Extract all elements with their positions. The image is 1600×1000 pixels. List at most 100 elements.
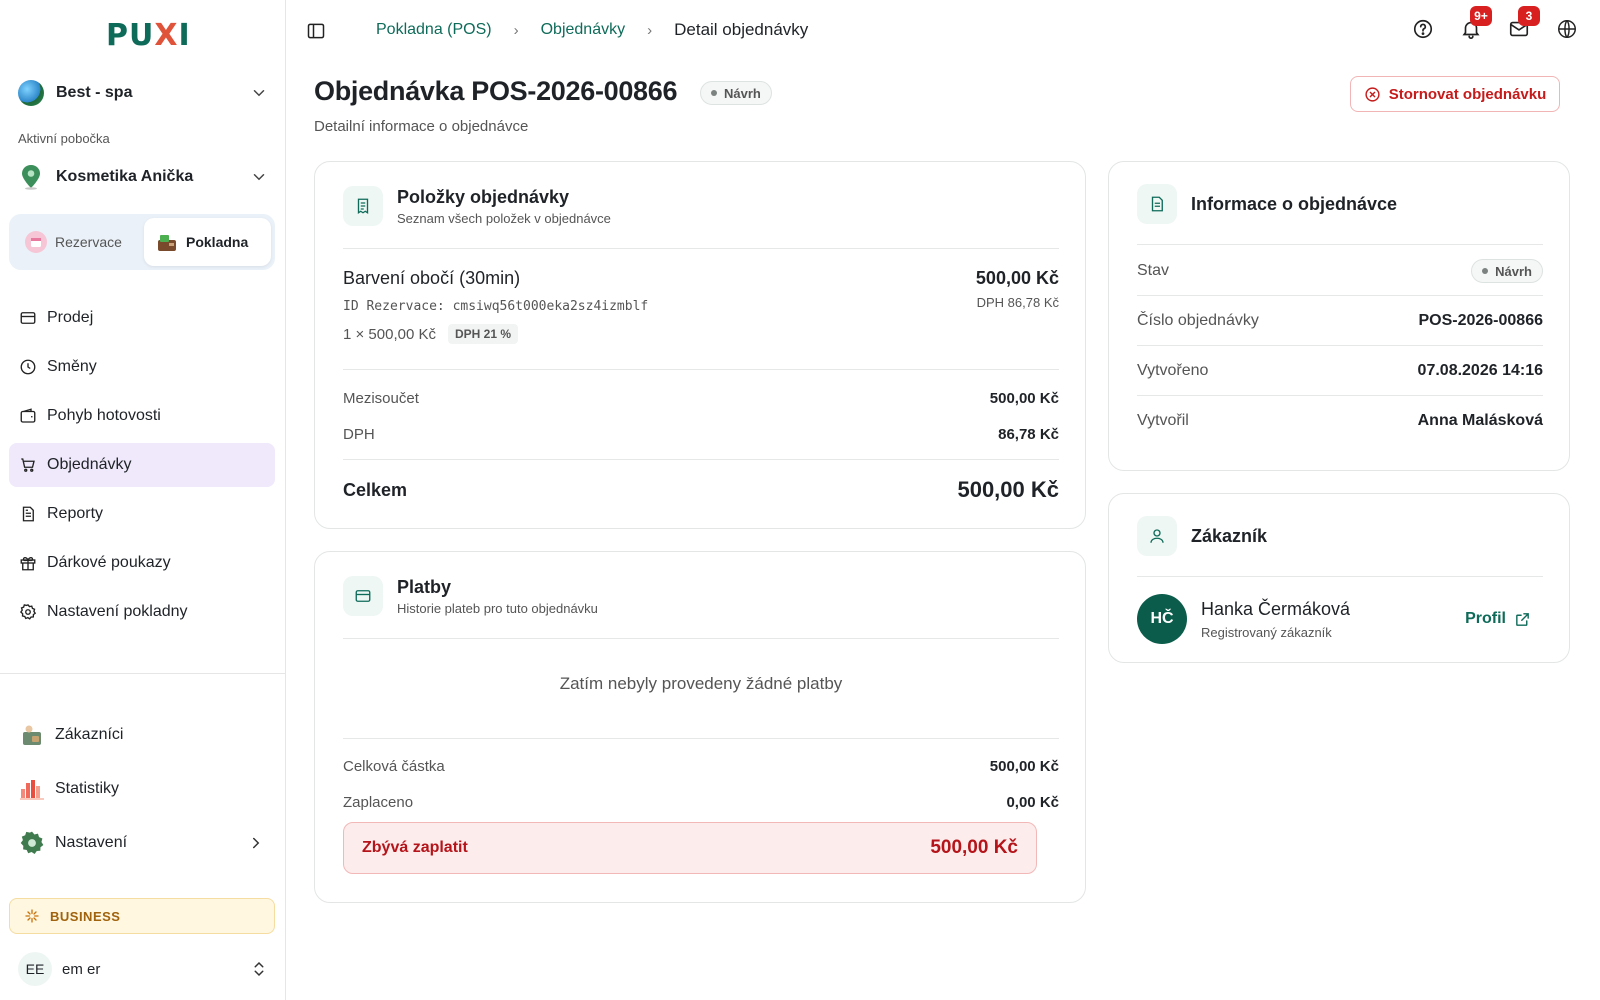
status-dot xyxy=(711,90,717,96)
avatar: EE xyxy=(18,952,52,986)
customer-name: Hanka Čermáková xyxy=(1201,598,1351,619)
sidebar-toggle-icon[interactable] xyxy=(306,21,326,41)
created-row: Vytvořeno 07.08.2026 14:16 xyxy=(1137,362,1543,380)
messages-button[interactable]: 3 xyxy=(1508,6,1540,40)
switch-pos[interactable]: Pokladna xyxy=(144,218,271,266)
customer-profile-link[interactable]: Profil xyxy=(1465,610,1531,628)
credit-card-icon xyxy=(343,576,383,616)
chevron-right-icon: › xyxy=(647,21,653,39)
help-button[interactable] xyxy=(1412,18,1434,40)
cash-register-icon xyxy=(156,231,178,253)
order-items-card: Položky objednávky Seznam všech položek … xyxy=(314,161,1086,529)
cart-icon xyxy=(21,458,35,472)
globe-icon xyxy=(1558,20,1576,38)
clock-icon xyxy=(20,359,36,375)
nav-item-settings[interactable]: Nastavení xyxy=(9,820,275,866)
nav-item-pos-settings[interactable]: Nastavení pokladny xyxy=(9,590,275,634)
card-icon xyxy=(20,312,36,324)
profile-label: Profil xyxy=(1465,610,1506,627)
nav-item-orders[interactable]: Objednávky xyxy=(9,443,275,487)
item-quantity: 1 × 500,00 Kč xyxy=(343,325,436,343)
plan-badge-label: BUSINESS xyxy=(50,908,121,924)
switch-pos-label: Pokladna xyxy=(186,234,249,250)
help-icon xyxy=(1413,19,1433,39)
item-price: 500,00 Kč xyxy=(975,268,1059,288)
breadcrumb-orders[interactable]: Objednávky xyxy=(541,21,626,39)
vat-row: DPH 86,78 Kč xyxy=(343,426,1059,443)
nav-item-label: Zákazníci xyxy=(55,726,124,743)
payments-card: Platby Historie plateb pro tuto objednáv… xyxy=(314,551,1086,903)
notifications-button[interactable]: 9+ xyxy=(1460,6,1492,40)
external-link-icon xyxy=(1516,612,1529,626)
nav-item-label: Dárkové poukazy xyxy=(47,554,171,571)
order-number-row: Číslo objednávky POS-2026-00866 xyxy=(1137,312,1543,330)
divider xyxy=(1137,295,1543,296)
customer-card: Zákazník HČ Hanka Čermáková Registrovaný… xyxy=(1108,493,1570,663)
status-label: Stav xyxy=(1137,262,1170,279)
paid-value: 0,00 Kč xyxy=(1006,794,1059,811)
divider xyxy=(1137,345,1543,346)
avatar: HČ xyxy=(1137,594,1187,644)
breadcrumb: Pokladna (POS) › Objednávky › Detail obj… xyxy=(376,20,808,40)
organization-selector[interactable]: Best - spa xyxy=(18,76,268,110)
nav-item-statistics[interactable]: Statistiky xyxy=(9,766,275,812)
nav-item-label: Směny xyxy=(47,358,97,375)
x-circle-icon xyxy=(1365,86,1380,102)
divider xyxy=(1137,576,1543,577)
nav-item-reports[interactable]: Reporty xyxy=(9,492,275,536)
language-button[interactable] xyxy=(1556,18,1578,40)
receipt-icon xyxy=(343,186,383,226)
sidebar: PUXI Best - spa Aktivní pobočka Kosmetik… xyxy=(0,0,286,1000)
vat-rate-badge: DPH 21 % xyxy=(448,324,519,344)
chevron-right-icon xyxy=(253,837,260,849)
vat-value: 86,78 Kč xyxy=(998,426,1059,443)
switch-reservations[interactable]: Rezervace xyxy=(13,218,140,266)
status-badge: Návrh xyxy=(1471,259,1543,283)
reservation-id: ID Rezervace: cmsiwq56t000eka2sz4izmblf xyxy=(343,299,649,314)
plan-badge[interactable]: BUSINESS xyxy=(9,898,275,934)
chevron-down-icon xyxy=(253,174,265,181)
nav-item-sales[interactable]: Prodej xyxy=(9,296,275,340)
nav-item-label: Nastavení pokladny xyxy=(47,603,188,620)
page-title: Objednávka POS-2026-00866 xyxy=(314,76,678,106)
remaining-label: Zbývá zaplatit xyxy=(362,839,468,856)
cancel-order-button[interactable]: Stornovat objednávku xyxy=(1350,76,1560,112)
nav-item-label: Nastavení xyxy=(55,834,128,851)
total-value: 500,00 Kč xyxy=(957,477,1059,502)
customers-icon xyxy=(19,722,45,748)
empty-payments-message: Zatím nebyly provedeny žádné platby xyxy=(559,674,843,693)
sparkle-icon xyxy=(25,909,39,923)
nav-item-gift-vouchers[interactable]: Dárkové poukazy xyxy=(9,541,275,585)
calendar-icon xyxy=(25,231,47,253)
gear-icon xyxy=(19,604,37,620)
subtotal-label: Mezisoučet xyxy=(343,390,419,407)
report-icon xyxy=(22,506,34,522)
nav-item-label: Statistiky xyxy=(55,780,120,797)
order-number-label: Číslo objednávky xyxy=(1137,312,1259,329)
remaining-balance: Zbývá zaplatit 500,00 Kč xyxy=(343,822,1037,874)
sidebar-divider xyxy=(0,673,286,674)
subtotal-row: Mezisoučet 500,00 Kč xyxy=(343,390,1059,407)
breadcrumb-pos[interactable]: Pokladna (POS) xyxy=(376,21,492,39)
divider xyxy=(1137,395,1543,396)
nav-item-customers[interactable]: Zákazníci xyxy=(9,712,275,758)
puxi-logo[interactable]: PUXI xyxy=(106,18,191,53)
status-row: Stav Návrh xyxy=(1137,256,1543,286)
topbar: Pokladna (POS) › Objednávky › Detail obj… xyxy=(286,0,1600,64)
order-number-value: POS-2026-00866 xyxy=(1418,312,1543,329)
user-menu[interactable]: EE em er xyxy=(18,952,268,986)
nav-item-cash-movement[interactable]: Pohyb hotovosti xyxy=(9,394,275,438)
amount-label: Celková částka xyxy=(343,758,445,775)
card-subtitle: Historie plateb pro tuto objednávku xyxy=(397,600,598,616)
branch-selector[interactable]: Kosmetika Anička xyxy=(18,160,268,194)
line-item: Barvení obočí (30min) ID Rezervace: cmsi… xyxy=(343,268,1059,344)
messages-badge: 3 xyxy=(1518,6,1540,26)
module-switcher: Rezervace Pokladna xyxy=(9,214,275,270)
cancel-order-label: Stornovat objednávku xyxy=(1388,85,1547,103)
card-subtitle: Seznam všech položek v objednávce xyxy=(397,210,611,226)
topbar-actions: 9+ 3 xyxy=(1412,6,1578,40)
card-header: Položky objednávky Seznam všech položek … xyxy=(343,186,611,226)
nav-item-shifts[interactable]: Směny xyxy=(9,345,275,389)
global-navigation: Zákazníci Statistiky Nastavení xyxy=(9,712,275,874)
nav-item-label: Pohyb hotovosti xyxy=(47,407,161,424)
